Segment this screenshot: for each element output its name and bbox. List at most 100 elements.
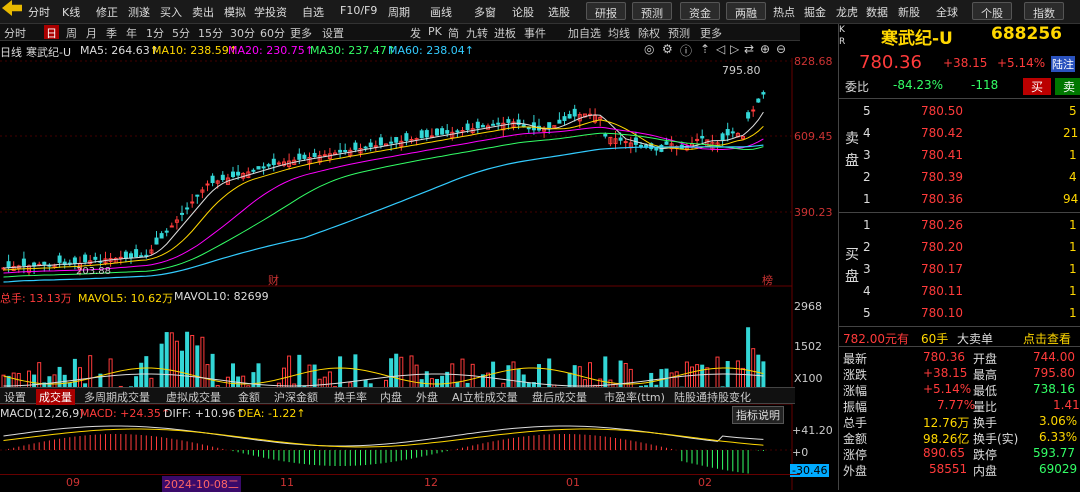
last-price: 780.36: [859, 52, 922, 73]
zoom-in-icon[interactable]: ⊕: [760, 42, 770, 56]
period-5min[interactable]: 5分: [170, 25, 192, 40]
right-arrow-icon[interactable]: ▷: [730, 42, 739, 56]
candle-body: [139, 255, 144, 258]
dea-value: DEA: -1.22↑: [238, 407, 306, 420]
quick-buy-button[interactable]: 买: [1023, 78, 1052, 95]
toolbar-simulate[interactable]: 模拟: [224, 4, 246, 20]
bid-volume: 1: [1069, 262, 1077, 276]
period-day[interactable]: 日: [44, 25, 59, 40]
tool-event[interactable]: 事件: [522, 25, 548, 40]
candle-body: [394, 137, 399, 143]
stat-label: 涨幅: [843, 384, 868, 398]
tool-jian[interactable]: 简: [446, 25, 461, 40]
tab-hk-connect[interactable]: 陆股通持股变化: [674, 389, 751, 405]
tab-turnover[interactable]: 换手率: [334, 389, 367, 405]
kline-chart[interactable]: [0, 58, 838, 490]
tab-multi-volume[interactable]: 多周期成交量: [84, 389, 150, 405]
stock-code: 688256: [991, 24, 1062, 44]
toolbar-sell[interactable]: 卖出: [192, 4, 214, 20]
research-button[interactable]: 研报: [586, 2, 626, 20]
zoom-out-icon[interactable]: ⊖: [776, 42, 786, 56]
back-arrow-icon[interactable]: [2, 0, 22, 16]
bid-level: 5: [863, 306, 871, 320]
forecast-button[interactable]: 预测: [632, 2, 672, 20]
tool-ma[interactable]: 均线: [606, 25, 632, 40]
eye-icon[interactable]: ◎: [644, 42, 654, 56]
toolbar-ipo[interactable]: 新股: [898, 4, 920, 20]
margin-button[interactable]: 两融: [726, 2, 766, 20]
tab-afterhours[interactable]: 盘后成交量: [532, 389, 587, 405]
period-month[interactable]: 月: [84, 25, 99, 40]
toolbar-f10[interactable]: F10/F9: [340, 4, 377, 17]
tab-outer[interactable]: 外盘: [416, 389, 438, 405]
big-order-link[interactable]: 点击查看: [1023, 330, 1071, 347]
toolbar-xiuzheng[interactable]: 修正: [96, 4, 118, 20]
toolbar-draw[interactable]: 画线: [430, 4, 452, 20]
tab-settings[interactable]: 设置: [4, 389, 26, 405]
financial-marker[interactable]: 财: [268, 272, 279, 288]
toolbar-forum[interactable]: 论股: [512, 4, 534, 20]
date-tick: 11: [280, 476, 294, 489]
quick-sell-button[interactable]: 卖: [1055, 78, 1080, 95]
tab-ai-volume[interactable]: AI立桩成交量: [452, 389, 518, 405]
period-quarter[interactable]: 季: [104, 25, 119, 40]
period-15min[interactable]: 15分: [196, 25, 225, 40]
period-settings[interactable]: 设置: [320, 25, 346, 40]
funds-button[interactable]: 资金: [680, 2, 720, 20]
toolbar-global[interactable]: 全球: [936, 4, 958, 20]
settings-icon[interactable]: ⚙: [662, 42, 673, 56]
toolbar-fenshi[interactable]: 分时: [28, 4, 50, 20]
tool-exright[interactable]: 除权: [636, 25, 662, 40]
tool-pk[interactable]: PK: [426, 25, 444, 39]
stock-button[interactable]: 个股: [972, 2, 1012, 20]
period-1min[interactable]: 1分: [144, 25, 166, 40]
period-more[interactable]: 更多: [288, 25, 314, 40]
info-icon[interactable]: ⓘ: [680, 42, 692, 59]
tab-volume[interactable]: 成交量: [36, 389, 75, 405]
toolbar-learn[interactable]: 学投资: [254, 4, 287, 20]
toolbar-dig[interactable]: 掘金: [804, 4, 826, 20]
toolbar-cesui[interactable]: 测遂: [128, 4, 150, 20]
stat-label: 最新: [843, 352, 868, 366]
tab-inner[interactable]: 内盘: [380, 389, 402, 405]
period-fenshi[interactable]: 分时: [2, 25, 28, 40]
candle-body: [557, 119, 562, 124]
stat-value: 1.41: [1053, 398, 1080, 412]
tab-hs-amount[interactable]: 沪深金额: [274, 389, 318, 405]
mavol10-value: MAVOL10: 82699: [174, 290, 269, 303]
period-year[interactable]: 年: [124, 25, 139, 40]
toolbar-dragon[interactable]: 龙虎: [836, 4, 858, 20]
tool-more[interactable]: 更多: [698, 25, 724, 40]
swap-icon[interactable]: ⇄: [744, 42, 754, 56]
tool-add-watch[interactable]: 加自选: [566, 25, 603, 40]
tool-jiuzhuan[interactable]: 九转: [464, 25, 490, 40]
toolbar-buy[interactable]: 买入: [160, 4, 182, 20]
toolbar-kline[interactable]: K线: [62, 4, 80, 20]
period-week[interactable]: 周: [64, 25, 79, 40]
candle-body: [435, 128, 439, 136]
date-tick: 01: [566, 476, 580, 489]
toolbar-hot[interactable]: 热点: [773, 4, 795, 20]
tab-amount[interactable]: 金额: [238, 389, 260, 405]
tab-virtual-volume[interactable]: 虚拟成交量: [166, 389, 221, 405]
billboard-marker[interactable]: 榜: [762, 272, 773, 288]
period-30min[interactable]: 30分: [228, 25, 257, 40]
bid-level: 2: [863, 240, 871, 254]
up-arrow-icon[interactable]: ⇡: [700, 42, 710, 56]
toolbar-data[interactable]: 数据: [866, 4, 888, 20]
indicator-help-button[interactable]: 指标说明: [732, 406, 784, 424]
left-arrow-icon[interactable]: ◁: [716, 42, 725, 56]
macd-axis-top: +41.20: [792, 424, 833, 437]
toolbar-watchlist[interactable]: 自选: [302, 4, 324, 20]
ask-volume: 5: [1069, 104, 1077, 118]
toolbar-period[interactable]: 周期: [388, 4, 410, 20]
tool-forecast[interactable]: 预测: [666, 25, 692, 40]
index-button[interactable]: 指数: [1024, 2, 1064, 20]
tool-jinban[interactable]: 进板: [492, 25, 518, 40]
tab-pe[interactable]: 市盈率(ttm): [604, 389, 665, 405]
period-60min[interactable]: 60分: [258, 25, 287, 40]
toolbar-multiwin[interactable]: 多窗: [474, 4, 496, 20]
candle-body: [445, 130, 450, 134]
toolbar-stockpick[interactable]: 选股: [548, 4, 570, 20]
tool-fa[interactable]: 发: [408, 25, 423, 40]
